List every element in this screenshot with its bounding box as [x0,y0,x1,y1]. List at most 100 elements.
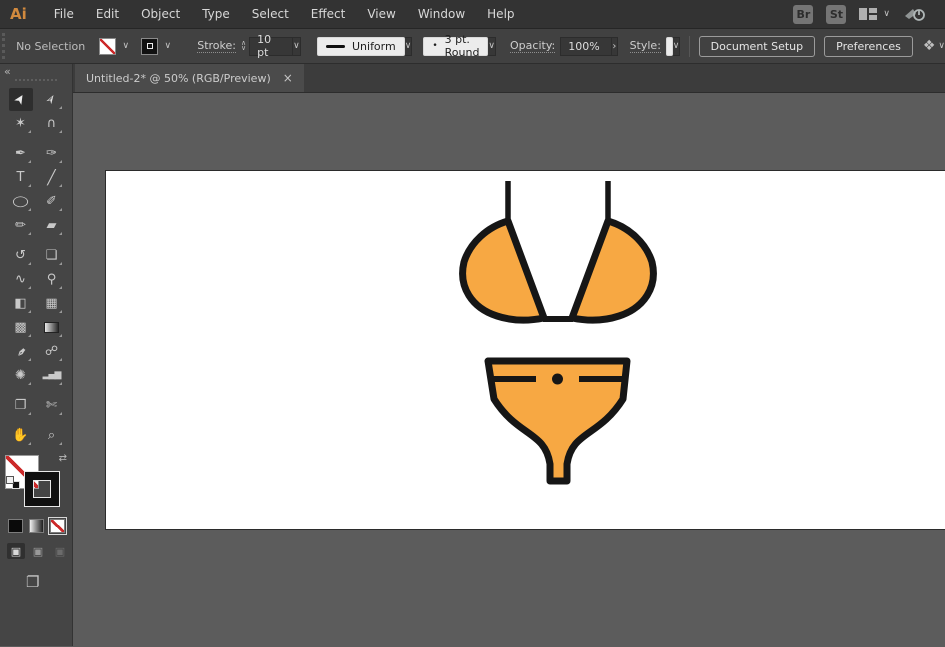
screen-mode-button[interactable]: ❐ [26,573,72,591]
gpu-power-icon[interactable] [903,6,927,23]
document-area: Untitled-2* @ 50% (RGB/Preview) × [73,64,945,646]
tools-panel: « ➤ ➢ ✶ ∩ ✒ ✑ T ╱ ◯ ✐ ✏ ▰ ↺ ❏ ∿ ⚲ ◧ ▦ ▩ ✒ ☍ ✺ ▂▄▆ ❐ ✄ ✋ ⌕ ⇄ ▣ ▣ ▣ … [0,64,73,646]
control-bar: No Selection ∨ ∨ Stroke: ∧∨ 10 pt ∨ Unif… [0,29,945,64]
shaper-tool[interactable]: ✏ [9,214,33,237]
shaper-icon: ✏ [15,219,26,232]
slice-tool[interactable]: ✄ [40,394,64,417]
opacity-panel-link[interactable]: Opacity: [510,39,555,53]
document-setup-button[interactable]: Document Setup [699,36,816,57]
close-tab-icon[interactable]: × [283,71,293,85]
shape-builder-tool[interactable]: ◧ [9,292,33,315]
width-profile-dropdown[interactable]: ∨ [405,37,413,56]
none-button[interactable] [50,519,65,533]
width-tool[interactable]: ∿ [9,268,33,291]
opacity-expand[interactable]: › [612,37,617,56]
shape-builder-icon: ◧ [14,297,26,310]
gradient-button[interactable] [29,519,44,533]
puppet-warp-tool[interactable]: ⚲ [40,268,64,291]
draw-behind-button[interactable]: ▣ [29,543,47,559]
slice-icon: ✄ [46,399,57,412]
stroke-proxy-black[interactable] [25,472,59,506]
symbol-sprayer-tool[interactable]: ✺ [9,364,33,387]
blend-tool[interactable]: ☍ [40,340,64,363]
preferences-button[interactable]: Preferences [824,36,913,57]
ellipse-tool[interactable]: ◯ [9,190,33,213]
brush-dot-icon: • [432,41,437,51]
zoom-tool[interactable]: ⌕ [40,424,64,447]
canvas[interactable] [73,93,945,646]
line-segment-tool[interactable]: ╱ [40,166,64,189]
style-label: Style: [630,39,661,53]
bridge-button[interactable]: Br [793,5,813,24]
style-swatch[interactable] [666,37,673,56]
chevron-down-icon: ∨ [118,38,133,55]
panel-drag-grip[interactable] [15,79,57,81]
isolate-icon[interactable]: ❖ [923,38,936,54]
chevron-down-icon: ∨ [160,38,175,55]
menu-item-help[interactable]: Help [476,7,525,21]
eyedropper-tool[interactable]: ✒ [9,340,33,363]
brush-select[interactable]: • 3 pt. Round [423,37,488,56]
color-button[interactable] [8,519,23,533]
draw-normal-button[interactable]: ▣ [7,543,25,559]
stock-button[interactable]: St [826,5,846,24]
paintbrush-icon: ✐ [46,195,57,208]
stroke-color-control[interactable]: ∨ [141,38,175,55]
puppet-warp-icon: ⚲ [47,273,57,286]
scale-icon: ❏ [46,249,58,262]
direct-selection-tool[interactable]: ➢ [40,88,64,111]
menu-item-view[interactable]: View [356,7,406,21]
width-profile-select[interactable]: Uniform [317,37,405,56]
mesh-tool[interactable]: ▩ [9,316,33,339]
menu-item-object[interactable]: Object [130,7,191,21]
rotate-tool[interactable]: ↺ [9,244,33,267]
curvature-tool[interactable]: ✑ [40,142,64,165]
menu-item-window[interactable]: Window [407,7,476,21]
eraser-tool[interactable]: ▰ [40,214,64,237]
lasso-tool[interactable]: ∩ [40,112,64,135]
curvature-icon: ✑ [46,147,57,160]
hand-tool[interactable]: ✋ [9,424,33,447]
selection-icon: ➤ [12,91,29,107]
stroke-weight-dropdown[interactable]: ∨ [293,37,301,56]
perspective-grid-icon: ▦ [45,297,57,310]
illustrator-window: Ai FileEditObjectTypeSelectEffectViewWin… [0,0,945,647]
fill-color-control[interactable]: ∨ [99,38,133,55]
document-tab[interactable]: Untitled-2* @ 50% (RGB/Preview) × [75,64,304,92]
panel-grip[interactable] [2,33,6,59]
stroke-weight-stepper[interactable]: ∧∨ [241,41,246,51]
lasso-icon: ∩ [47,117,57,130]
gradient-tool[interactable] [40,316,64,339]
column-graph-tool[interactable]: ▂▄▆ [40,364,64,387]
bikini-illustration[interactable] [73,93,945,646]
uniform-profile-line [326,45,345,48]
magic-wand-tool[interactable]: ✶ [9,112,33,135]
swap-fill-stroke-icon[interactable]: ⇄ [59,453,67,464]
drawing-modes-row: ▣ ▣ ▣ [0,543,72,559]
width-profile-value: Uniform [352,40,396,53]
stroke-panel-link[interactable]: Stroke: [197,39,236,53]
type-tool[interactable]: T [9,166,33,189]
style-dropdown[interactable]: ∨ [673,37,681,56]
pen-tool[interactable]: ✒ [9,142,33,165]
opacity-field[interactable]: 100% [560,37,612,56]
menu-item-select[interactable]: Select [241,7,300,21]
artboard-tool[interactable]: ❐ [9,394,33,417]
paintbrush-tool[interactable]: ✐ [40,190,64,213]
menu-item-effect[interactable]: Effect [300,7,357,21]
menu-item-edit[interactable]: Edit [85,7,130,21]
mesh-icon: ▩ [14,321,26,334]
perspective-grid-tool[interactable]: ▦ [40,292,64,315]
default-fill-stroke-icon[interactable] [6,476,20,489]
gradient-icon [44,322,59,333]
collapse-panel-button[interactable]: « [4,65,11,78]
draw-inside-button[interactable]: ▣ [51,543,69,559]
menu-item-file[interactable]: File [43,7,85,21]
workspace-switcher[interactable]: ∨ [859,8,890,20]
brush-dropdown[interactable]: ∨ [488,37,496,56]
scale-tool[interactable]: ❏ [40,244,64,267]
chevron-down-icon: ∨ [883,10,890,19]
menu-item-type[interactable]: Type [191,7,241,21]
stroke-weight-field[interactable]: 10 pt [249,37,293,56]
selection-tool[interactable]: ➤ [9,88,33,111]
